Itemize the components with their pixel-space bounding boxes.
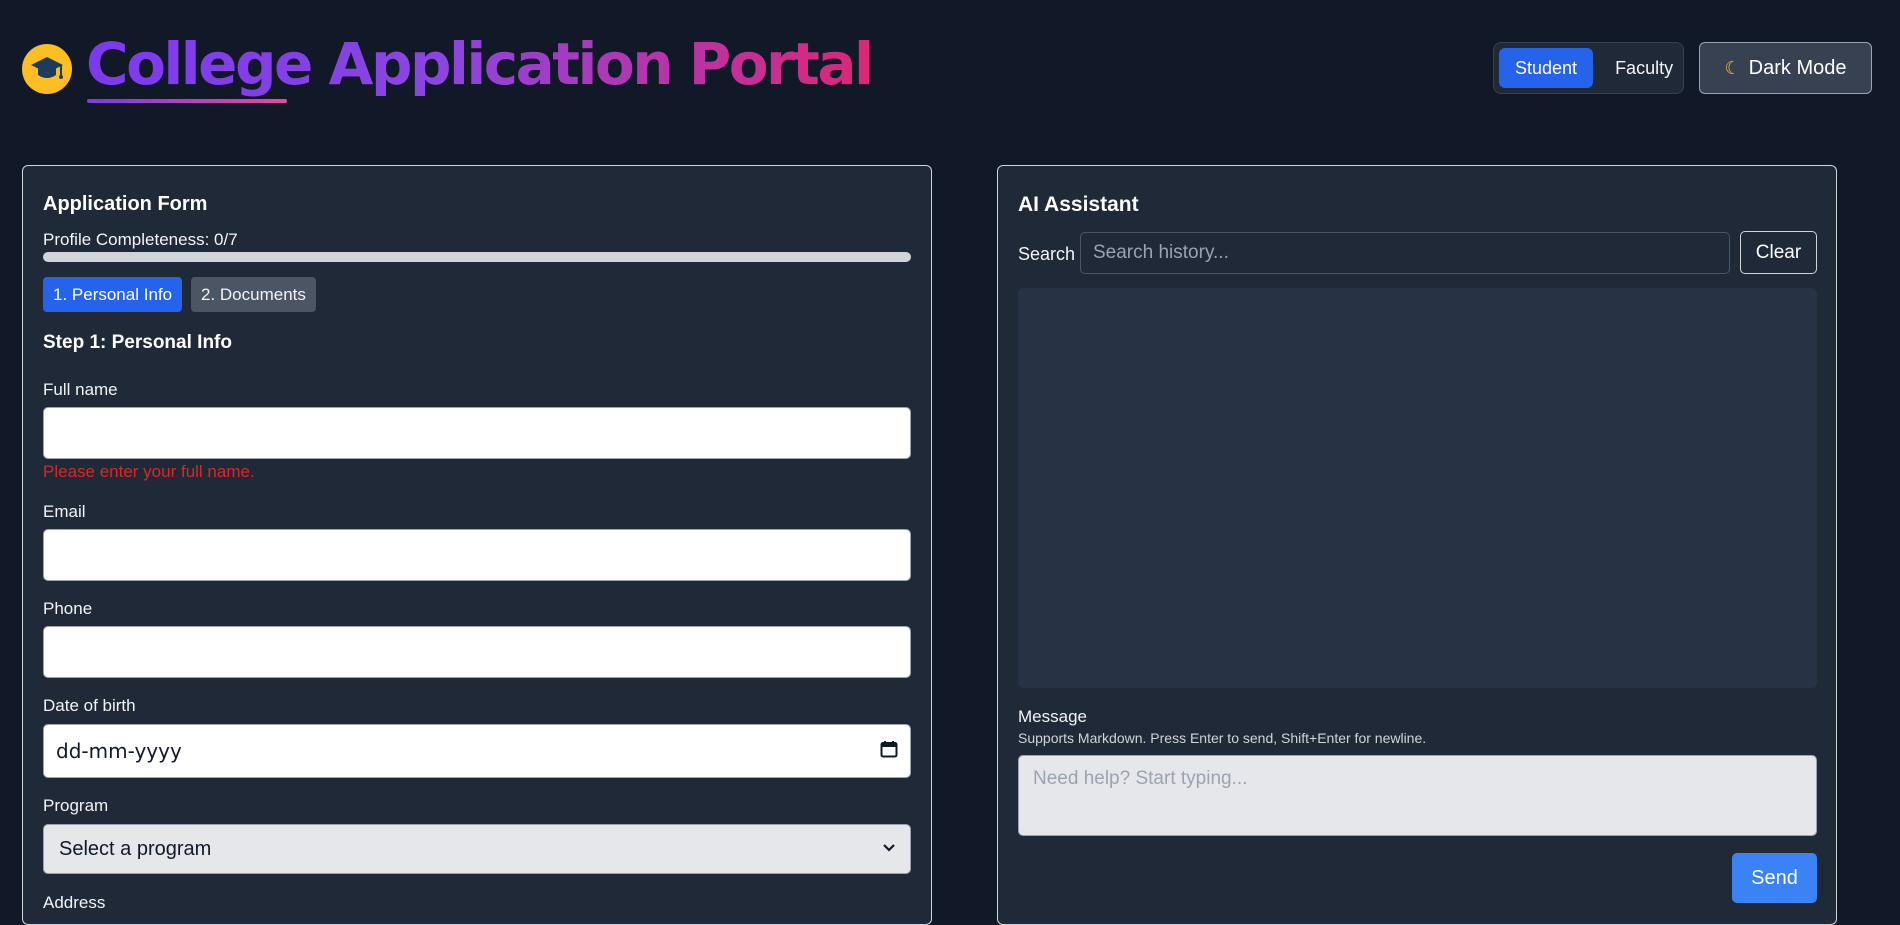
completeness-label: Profile Completeness: 0/7 bbox=[43, 230, 238, 249]
search-label: Search bbox=[1018, 244, 1076, 264]
tab-documents[interactable]: 2. Documents bbox=[191, 277, 316, 312]
assistant-title: AI Assistant bbox=[1018, 193, 1139, 216]
graduation-cap-icon bbox=[22, 44, 72, 94]
search-input[interactable] bbox=[1080, 232, 1730, 274]
dob-placeholder: dd-mm-yyyy bbox=[56, 739, 182, 763]
faculty-role-button[interactable]: Faculty bbox=[1599, 48, 1689, 88]
program-selected-value: Select a program bbox=[59, 837, 212, 860]
program-select[interactable]: Select a program bbox=[43, 824, 911, 874]
address-label: Address bbox=[43, 893, 106, 912]
dark-mode-label: Dark Mode bbox=[1748, 56, 1847, 79]
chat-history[interactable] bbox=[1018, 288, 1817, 688]
calendar-icon[interactable] bbox=[880, 740, 898, 763]
title-underline bbox=[87, 99, 287, 103]
full-name-input[interactable] bbox=[43, 407, 911, 459]
phone-label: Phone bbox=[43, 599, 93, 618]
email-label: Email bbox=[43, 502, 86, 521]
application-form-panel: Application Form Profile Completeness: 0… bbox=[22, 165, 932, 925]
dark-mode-button[interactable]: ☾ Dark Mode bbox=[1699, 42, 1872, 94]
form-title: Application Form bbox=[43, 193, 208, 215]
step-heading: Step 1: Personal Info bbox=[43, 332, 232, 353]
message-input[interactable] bbox=[1018, 755, 1817, 836]
ai-assistant-panel: AI Assistant Search Clear Message Suppor… bbox=[997, 165, 1837, 925]
moon-icon: ☾ bbox=[1724, 57, 1741, 78]
chevron-down-icon bbox=[882, 840, 896, 858]
clear-button[interactable]: Clear bbox=[1740, 231, 1817, 274]
full-name-error: Please enter your full name. bbox=[43, 462, 255, 481]
send-button[interactable]: Send bbox=[1732, 853, 1817, 903]
tab-personal-info[interactable]: 1. Personal Info bbox=[43, 277, 183, 312]
message-hint: Supports Markdown. Press Enter to send, … bbox=[1018, 730, 1427, 746]
dob-label: Date of birth bbox=[43, 696, 136, 715]
full-name-label: Full name bbox=[43, 380, 118, 399]
completeness-progress-bar bbox=[43, 252, 911, 262]
email-input[interactable] bbox=[43, 529, 911, 581]
app-header: College Application Portal Student Facul… bbox=[0, 0, 1900, 140]
student-role-button[interactable]: Student bbox=[1499, 48, 1594, 88]
app-title: College Application Portal bbox=[86, 26, 874, 102]
phone-input[interactable] bbox=[43, 626, 911, 678]
program-label: Program bbox=[43, 796, 109, 815]
message-label: Message bbox=[1018, 707, 1087, 726]
dob-input[interactable]: dd-mm-yyyy bbox=[43, 724, 911, 778]
role-toggle: Student Faculty bbox=[1493, 42, 1684, 94]
